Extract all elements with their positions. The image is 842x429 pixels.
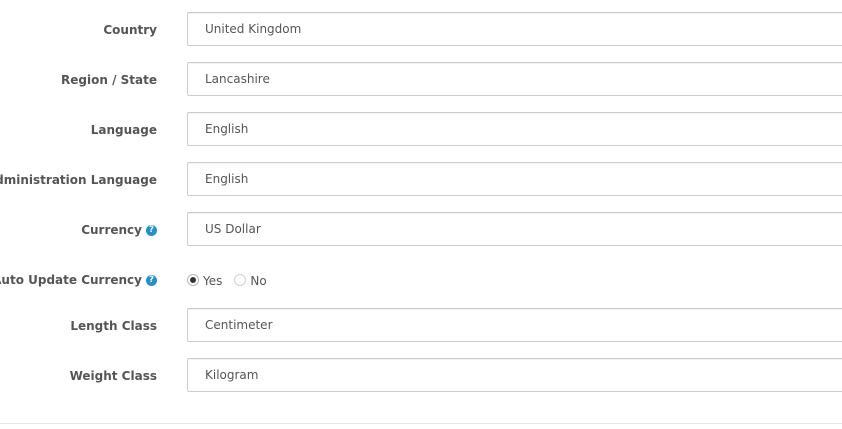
weight-class-value: Kilogram — [205, 368, 259, 382]
auto-update-yes-option[interactable]: Yes — [187, 272, 222, 288]
auto-update-no-option[interactable]: No — [234, 272, 267, 288]
question-circle-icon[interactable]: ? — [146, 224, 157, 236]
length-class-value: Centimeter — [205, 318, 273, 332]
country-label: Country — [103, 23, 157, 37]
country-row: Country United Kingdom — [0, 12, 842, 48]
language-select[interactable]: English — [187, 112, 842, 146]
length-class-select[interactable]: Centimeter — [187, 308, 842, 342]
radio-checked-icon[interactable] — [187, 274, 199, 286]
currency-value: US Dollar — [205, 222, 261, 236]
question-circle-icon[interactable]: ? — [146, 274, 157, 286]
length-class-label: Length Class — [70, 319, 157, 333]
admin-language-label: Administration Language — [0, 173, 157, 187]
radio-unchecked-icon[interactable] — [234, 274, 247, 286]
admin-language-select[interactable]: English — [187, 162, 842, 196]
region-row: Region / State Lancashire — [0, 62, 842, 98]
auto-update-currency-label: Auto Update Currency — [0, 273, 142, 287]
country-value: United Kingdom — [205, 22, 302, 36]
currency-row: Currency ? US Dollar — [0, 212, 842, 248]
region-label: Region / State — [61, 73, 157, 87]
localisation-form: Country United Kingdom Region / State La… — [0, 0, 842, 429]
language-row: Language English — [0, 112, 842, 148]
admin-language-row: Administration Language English — [0, 162, 842, 198]
currency-label: Currency — [81, 223, 142, 237]
auto-update-yes-label: Yes — [203, 274, 223, 288]
length-class-row: Length Class Centimeter — [0, 308, 842, 344]
region-value: Lancashire — [205, 72, 270, 86]
language-label: Language — [90, 123, 157, 137]
weight-class-row: Weight Class Kilogram — [0, 358, 842, 394]
weight-class-select[interactable]: Kilogram — [187, 358, 842, 392]
weight-class-label: Weight Class — [69, 369, 157, 383]
currency-label-wrap: Currency ? — [81, 212, 157, 248]
auto-update-currency-radio-group: Yes No — [187, 262, 279, 298]
region-select[interactable]: Lancashire — [187, 62, 842, 96]
auto-update-currency-row: Auto Update Currency ? Yes No — [0, 262, 842, 298]
language-value: English — [205, 122, 249, 136]
currency-select[interactable]: US Dollar — [187, 212, 842, 246]
auto-update-currency-label-wrap: Auto Update Currency ? — [0, 262, 157, 298]
auto-update-no-label: No — [250, 274, 267, 288]
country-select[interactable]: United Kingdom — [187, 12, 842, 46]
section-divider — [0, 423, 842, 424]
admin-language-value: English — [205, 172, 249, 186]
